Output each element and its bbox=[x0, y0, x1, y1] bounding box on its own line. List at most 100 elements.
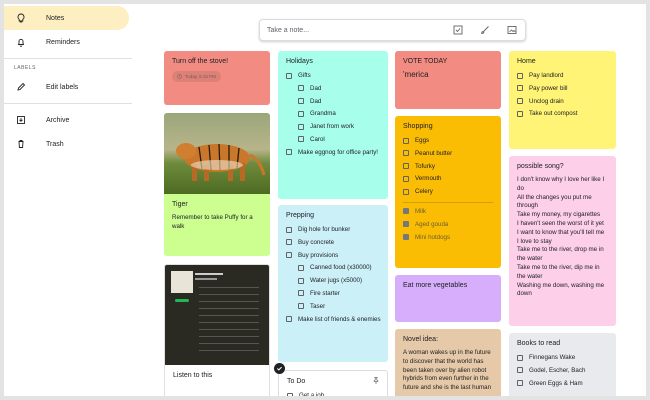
checkbox-checked[interactable] bbox=[403, 234, 409, 241]
note-song[interactable]: possible song? I don't know why I love h… bbox=[509, 156, 616, 326]
checkbox-icon[interactable] bbox=[453, 25, 463, 35]
list-item-checked[interactable]: Milk bbox=[395, 207, 501, 220]
reminder-chip-text: Today, 5:15 PM bbox=[185, 74, 216, 79]
pin-icon[interactable] bbox=[372, 376, 380, 385]
checkbox[interactable] bbox=[298, 303, 304, 310]
item-text: Carol bbox=[310, 135, 325, 143]
list-item[interactable]: Vermouth bbox=[395, 174, 501, 187]
list-item[interactable]: Eggs bbox=[395, 136, 501, 149]
list-item[interactable]: Taser bbox=[278, 302, 388, 315]
list-item[interactable]: Make list of friends & enemies bbox=[278, 315, 388, 337]
select-check-icon[interactable] bbox=[274, 363, 285, 374]
list-item[interactable]: Gifts bbox=[278, 71, 388, 84]
list-item[interactable]: Unclog drain bbox=[509, 97, 616, 110]
list-item[interactable]: Grandma bbox=[278, 109, 388, 122]
list-item[interactable]: Take out compost bbox=[509, 109, 616, 122]
note-novel[interactable]: Novel idea: A woman wakes up in the futu… bbox=[395, 329, 501, 396]
note-title: Novel idea: bbox=[403, 336, 439, 343]
checkbox[interactable] bbox=[298, 264, 304, 271]
sidebar: Notes Reminders LABELS Edit labels Archi… bbox=[4, 6, 134, 156]
bell-icon bbox=[14, 35, 28, 49]
checkbox[interactable] bbox=[517, 72, 523, 79]
checkbox[interactable] bbox=[286, 149, 292, 156]
image-icon[interactable] bbox=[507, 25, 517, 35]
note-veg[interactable]: Eat more vegetables bbox=[395, 275, 501, 322]
item-text: Fire starter bbox=[310, 289, 340, 297]
checkbox[interactable] bbox=[403, 137, 409, 144]
list-item[interactable]: Finnegans Wake bbox=[509, 353, 616, 366]
item-text: Make eggnog for office party! bbox=[298, 148, 379, 156]
trash-icon bbox=[14, 137, 28, 151]
checkbox[interactable] bbox=[517, 367, 523, 374]
list-item[interactable]: Dad bbox=[278, 97, 388, 110]
list-item[interactable]: Pay landlord bbox=[509, 71, 616, 84]
note-listen[interactable]: Listen to this bbox=[164, 264, 270, 396]
brush-icon[interactable] bbox=[480, 25, 490, 35]
sidebar-item-archive[interactable]: Archive bbox=[4, 108, 129, 132]
checkbox[interactable] bbox=[298, 123, 304, 130]
checkbox[interactable] bbox=[298, 290, 304, 297]
list-item[interactable]: Godel, Escher, Bach bbox=[509, 366, 616, 379]
checkbox[interactable] bbox=[286, 72, 292, 79]
checkbox[interactable] bbox=[403, 163, 409, 170]
list-item[interactable]: Buy provisions bbox=[278, 251, 388, 264]
list-item[interactable]: Make eggnog for office party! bbox=[278, 148, 388, 170]
checkbox[interactable] bbox=[403, 175, 409, 182]
checkbox[interactable] bbox=[517, 98, 523, 105]
list-item[interactable]: Water jugs (x5000) bbox=[278, 276, 388, 289]
checkbox[interactable] bbox=[298, 277, 304, 284]
list-item-checked[interactable]: Mini hotdogs bbox=[395, 233, 501, 246]
list-item[interactable]: Carol bbox=[278, 135, 388, 148]
note-prepping[interactable]: Prepping Dig hole for bunker Buy concret… bbox=[278, 205, 388, 362]
checkbox[interactable] bbox=[298, 110, 304, 117]
sidebar-item-label: Reminders bbox=[46, 38, 80, 46]
list-item[interactable]: Buy concrete bbox=[278, 238, 388, 251]
reminder-chip[interactable]: Today, 5:15 PM bbox=[172, 71, 221, 82]
sidebar-item-notes[interactable]: Notes bbox=[4, 6, 129, 30]
checkbox[interactable] bbox=[403, 150, 409, 157]
checkbox[interactable] bbox=[298, 98, 304, 105]
note-text: A woman wakes up in the future to discov… bbox=[403, 349, 492, 392]
checkbox-checked[interactable] bbox=[403, 221, 409, 228]
checkbox[interactable] bbox=[403, 188, 409, 195]
list-item[interactable]: Get a job bbox=[279, 391, 387, 396]
checkbox[interactable] bbox=[298, 85, 304, 92]
list-item-checked[interactable]: Aged gouda bbox=[395, 220, 501, 233]
note-vote[interactable]: VOTE TODAY 'merica bbox=[395, 51, 501, 109]
note-todo[interactable]: To Do Get a job bbox=[278, 370, 388, 396]
sidebar-item-reminders[interactable]: Reminders bbox=[4, 30, 129, 54]
list-item[interactable]: Celery bbox=[395, 187, 501, 200]
note-stove[interactable]: Turn off the stove! Today, 5:15 PM bbox=[164, 51, 270, 105]
list-item[interactable]: Green Eggs & Ham bbox=[509, 379, 616, 392]
list-item[interactable]: Pay power bill bbox=[509, 84, 616, 97]
list-item[interactable]: Fire starter bbox=[278, 289, 388, 302]
item-text: Janet from work bbox=[310, 123, 355, 131]
checkbox[interactable] bbox=[517, 354, 523, 361]
checkbox[interactable] bbox=[287, 392, 293, 396]
note-tiger[interactable]: Tiger Remember to take Puffy for a walk bbox=[164, 113, 270, 256]
checkbox[interactable] bbox=[286, 252, 292, 259]
item-text: Gifts bbox=[298, 72, 311, 79]
note-shopping[interactable]: Shopping Eggs Peanut butter Tofurky Verm… bbox=[395, 116, 501, 268]
checkbox[interactable] bbox=[517, 380, 523, 387]
sidebar-item-edit-labels[interactable]: Edit labels bbox=[4, 75, 129, 99]
list-item[interactable]: Janet from work bbox=[278, 122, 388, 135]
list-item[interactable]: Dad bbox=[278, 84, 388, 97]
checkbox[interactable] bbox=[298, 136, 304, 143]
note-books[interactable]: Books to read Finnegans Wake Godel, Esch… bbox=[509, 333, 616, 396]
checkbox[interactable] bbox=[517, 110, 523, 117]
checkbox[interactable] bbox=[517, 85, 523, 92]
note-home[interactable]: Home Pay landlord Pay power bill Unclog … bbox=[509, 51, 616, 149]
checkbox[interactable] bbox=[286, 239, 292, 246]
checkbox[interactable] bbox=[286, 316, 292, 323]
checkbox-checked[interactable] bbox=[403, 208, 409, 215]
list-item[interactable]: Canned food (x30000) bbox=[278, 263, 388, 276]
take-note-input[interactable]: Take a note... bbox=[259, 19, 526, 41]
sidebar-item-label: Archive bbox=[46, 116, 70, 124]
note-holidays[interactable]: Holidays Gifts Dad Dad Grandma Janet fro… bbox=[278, 51, 388, 199]
list-item[interactable]: Tofurky bbox=[395, 162, 501, 175]
sidebar-item-trash[interactable]: Trash bbox=[4, 132, 129, 156]
list-item[interactable]: Peanut butter bbox=[395, 149, 501, 162]
checkbox[interactable] bbox=[286, 226, 292, 233]
list-item[interactable]: Dig hole for bunker bbox=[278, 225, 388, 238]
